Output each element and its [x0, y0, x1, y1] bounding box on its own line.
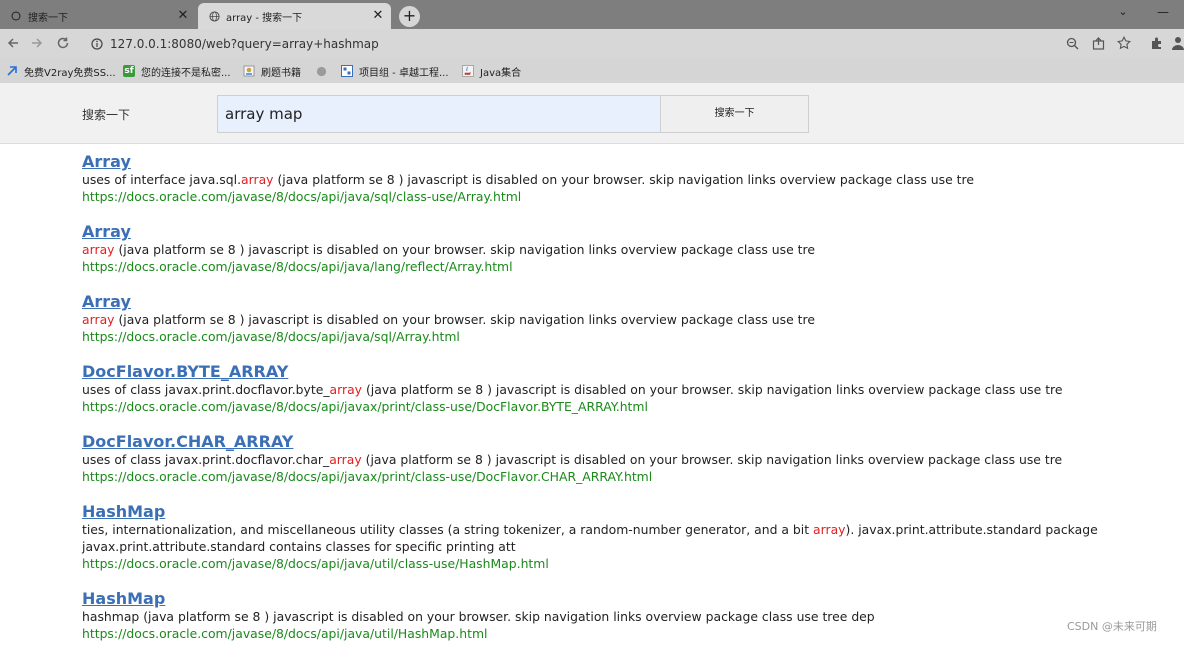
snippet-text: ). javax.print.attribute.standard packag…	[845, 522, 1098, 537]
highlight-term: array	[82, 312, 115, 327]
chevron-down-icon[interactable]: ⌄	[1113, 5, 1133, 21]
book-icon	[243, 65, 255, 77]
result-url[interactable]: https://docs.oracle.com/javase/8/docs/ap…	[82, 258, 1172, 275]
highlight-term: array	[82, 242, 115, 257]
result-snippet: array (java platform se 8 ) javascript i…	[82, 241, 1172, 258]
snippet-text: uses of class javax.print.docflavor.byte…	[82, 382, 330, 397]
watermark: CSDN @未来可期	[1067, 620, 1157, 633]
close-icon[interactable]: ✕	[371, 9, 385, 23]
page-content: 搜索一下 搜索一下 Arrayuses of interface java.sq…	[0, 83, 1184, 641]
back-icon[interactable]	[4, 34, 22, 52]
reload-icon[interactable]	[54, 34, 72, 52]
tab-title: array - 搜索一下	[226, 12, 303, 24]
bookmarks-bar: 免费V2ray免费SS... sf 您的连接不是私密... 刷题书籍 项目组 -…	[0, 58, 1184, 83]
search-input[interactable]	[217, 95, 661, 133]
search-result: Array array (java platform se 8 ) javascr…	[82, 291, 1172, 361]
bookmark-item[interactable]: sf 您的连接不是私密...	[123, 63, 231, 79]
share-icon[interactable]	[1090, 35, 1106, 51]
result-url[interactable]: https://docs.oracle.com/javase/8/docs/ap…	[82, 188, 1172, 205]
tab-array[interactable]: array - 搜索一下 ✕	[198, 3, 391, 29]
highlight-term: array	[813, 522, 846, 537]
result-snippet: ties, internationalization, and miscella…	[82, 521, 1172, 538]
tab-title: 搜索一下	[28, 12, 68, 24]
bookmark-item[interactable]: 刷题书籍	[243, 63, 301, 79]
bookmark-item[interactable]	[315, 63, 333, 79]
result-url[interactable]: https://docs.oracle.com/javase/8/docs/ap…	[82, 625, 1172, 642]
bookmark-item[interactable]: 免费V2ray免费SS...	[6, 63, 116, 79]
results-list: Array uses of interface java.sql.array (j…	[82, 151, 1172, 658]
snippet-text: (java platform se 8 ) javascript is disa…	[114, 242, 815, 257]
snippet-text: (java platform se 8 ) javascript is disa…	[362, 382, 1063, 397]
result-title-link[interactable]: HashMap	[82, 501, 1172, 521]
result-title-link[interactable]: Array	[82, 291, 1172, 311]
snippet-text: javax.print.attribute.standard contains …	[82, 539, 516, 554]
search-result: Array uses of interface java.sql.array (j…	[82, 151, 1172, 221]
snippet-text: hashmap (java platform se 8 ) javascript…	[82, 609, 875, 624]
info-icon[interactable]	[90, 37, 104, 51]
zoom-icon[interactable]	[1064, 35, 1080, 51]
search-button[interactable]: 搜索一下	[660, 95, 809, 133]
highlight-term: array	[329, 452, 362, 467]
result-url[interactable]: https://docs.oracle.com/javase/8/docs/ap…	[82, 398, 1172, 415]
snippet-text: uses of interface java.sql.	[82, 172, 242, 187]
globe-icon	[208, 10, 220, 22]
bookmark-label: Java集合	[480, 67, 522, 79]
result-snippet: uses of class javax.print.docflavor.char…	[82, 451, 1172, 468]
result-url[interactable]: https://docs.oracle.com/javase/8/docs/ap…	[82, 468, 1172, 485]
result-snippet: hashmap (java platform se 8 ) javascript…	[82, 608, 1172, 625]
snippet-text: (java platform se 8 ) javascript is disa…	[273, 172, 974, 187]
result-url[interactable]: https://docs.oracle.com/javase/8/docs/ap…	[82, 555, 1172, 572]
search-result: HashMap ties, internationalization, and m…	[82, 501, 1172, 588]
result-title-link[interactable]: HashMap	[82, 588, 1172, 608]
highlight-term: array	[241, 172, 274, 187]
result-snippet: javax.print.attribute.standard contains …	[82, 538, 1172, 555]
snippet-text: uses of class javax.print.docflavor.char…	[82, 452, 330, 467]
result-snippet: uses of interface java.sql.array (java p…	[82, 171, 1172, 188]
close-icon[interactable]: ✕	[176, 9, 190, 23]
star-icon[interactable]	[1116, 35, 1132, 51]
bookmark-label: 项目组 - 卓越工程...	[359, 67, 449, 79]
address-bar[interactable]: 127.0.0.1:8080/web?query=array+hashmap	[82, 31, 1142, 56]
forward-icon[interactable]	[28, 34, 46, 52]
search-header: 搜索一下 搜索一下	[0, 83, 1184, 144]
result-title-link[interactable]: Array	[82, 151, 1172, 171]
search-result: Array array (java platform se 8 ) javascr…	[82, 221, 1172, 291]
java-icon	[462, 65, 474, 77]
bookmark-label: 您的连接不是私密...	[141, 67, 231, 79]
globe-icon	[315, 65, 327, 77]
page-icon	[10, 10, 22, 22]
address-text: 127.0.0.1:8080/web?query=array+hashmap	[110, 36, 379, 51]
search-result: DocFlavor.BYTE_ARRAY uses of class javax.…	[82, 361, 1172, 431]
sf-icon: sf	[123, 65, 135, 77]
browser-toolbar: 127.0.0.1:8080/web?query=array+hashmap	[0, 29, 1184, 58]
result-title-link[interactable]: DocFlavor.CHAR_ARRAY	[82, 431, 1172, 451]
site-brand: 搜索一下	[82, 108, 131, 122]
profile-icon[interactable]	[1170, 35, 1184, 51]
search-result: HashMap hashmap (java platform se 8 ) jav…	[82, 588, 1172, 658]
result-title-link[interactable]: DocFlavor.BYTE_ARRAY	[82, 361, 1172, 381]
result-url[interactable]: https://docs.oracle.com/javase/8/docs/ap…	[82, 328, 1172, 345]
bookmark-item[interactable]: Java集合	[462, 63, 521, 79]
bookmark-label: 刷题书籍	[261, 67, 301, 79]
snippet-text: (java platform se 8 ) javascript is disa…	[114, 312, 815, 327]
result-title-link[interactable]: Array	[82, 221, 1172, 241]
minimize-icon[interactable]: —	[1153, 5, 1173, 21]
search-result: DocFlavor.CHAR_ARRAY uses of class javax.…	[82, 431, 1172, 501]
bookmark-icon	[6, 65, 18, 77]
result-snippet: uses of class javax.print.docflavor.byte…	[82, 381, 1172, 398]
extensions-icon[interactable]	[1149, 35, 1165, 51]
tab-search[interactable]: 搜索一下 ✕	[0, 3, 196, 29]
new-tab-button[interactable]: +	[399, 6, 420, 27]
highlight-term: array	[329, 382, 363, 397]
bookmark-label: 免费V2ray免费SS...	[24, 67, 116, 79]
snippet-text: (java platform se 8 ) javascript is disa…	[361, 452, 1063, 467]
bookmark-item[interactable]: 项目组 - 卓越工程...	[341, 63, 449, 79]
tab-strip: 搜索一下 ✕ array - 搜索一下 ✕ + ⌄ —	[0, 0, 1184, 29]
result-snippet: array (java platform se 8 ) javascript i…	[82, 311, 1172, 328]
snippet-text: ties, internationalization, and miscella…	[82, 522, 814, 537]
project-icon	[341, 65, 353, 77]
